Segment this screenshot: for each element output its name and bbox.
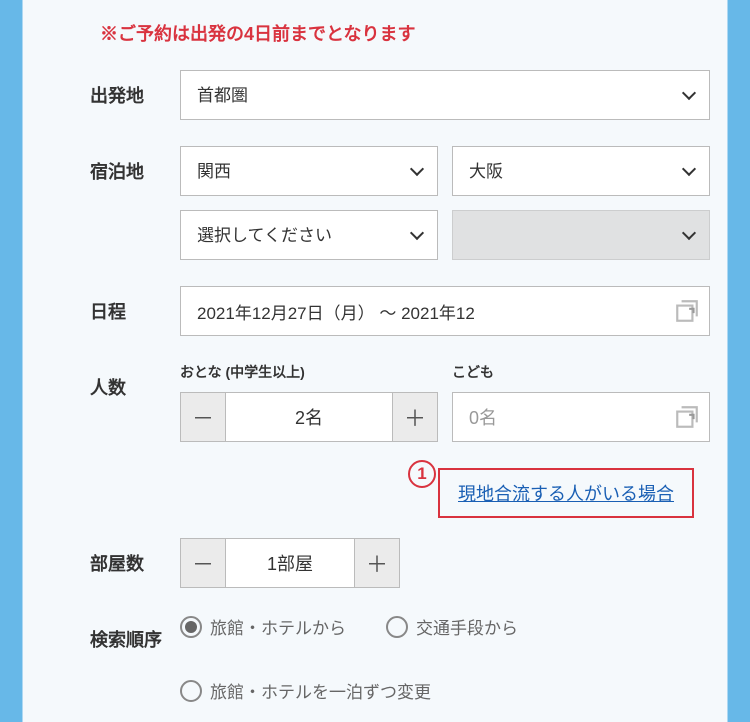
schedule-label: 日程 (90, 286, 180, 324)
search-order-row-2: 旅館・ホテルを一泊ずつ変更 (90, 678, 710, 703)
people-row: 人数 おとな (中学生以上) － 2名 ＋ こども 0名 (90, 362, 710, 442)
people-label: 人数 (90, 362, 180, 400)
adult-minus-button[interactable]: － (180, 392, 226, 442)
date-input[interactable]: 2021年12月27日（月） ～ 2021年12 (180, 286, 710, 336)
stay-sub-select[interactable]: 選択してください (180, 210, 438, 260)
radio-icon (180, 680, 202, 702)
child-sublabel: こども (452, 362, 710, 382)
stay-city-select[interactable]: 大阪 (452, 146, 710, 196)
radio-transport-first[interactable]: 交通手段から (386, 614, 518, 639)
rooms-label: 部屋数 (90, 538, 180, 576)
search-order-label: 検索順序 (90, 614, 180, 652)
radio-label: 旅館・ホテルから (210, 614, 346, 639)
child-input[interactable]: 0名 (452, 392, 710, 442)
schedule-row: 日程 2021年12月27日（月） ～ 2021年12 (90, 286, 710, 336)
rooms-plus-button[interactable]: ＋ (354, 538, 400, 588)
stay-region-select[interactable]: 関西 (180, 146, 438, 196)
radio-icon (180, 616, 202, 638)
radio-label: 交通手段から (416, 614, 518, 639)
adult-plus-button[interactable]: ＋ (392, 392, 438, 442)
link-highlight-box: 現地合流する人がいる場合 (438, 468, 694, 518)
local-join-link[interactable]: 現地合流する人がいる場合 (458, 484, 674, 504)
reservation-notice: ※ご予約は出発の4日前までとなります (100, 20, 710, 46)
rooms-stepper: － 1部屋 ＋ (180, 538, 400, 588)
radio-label: 旅館・ホテルを一泊ずつ変更 (210, 678, 431, 703)
annotation-container: 1 現地合流する人がいる場合 (90, 468, 710, 518)
departure-row: 出発地 首都圏 (90, 70, 710, 120)
departure-select[interactable]: 首都圏 (180, 70, 710, 120)
adult-sublabel: おとな (中学生以上) (180, 362, 438, 382)
stay-disabled-select (452, 210, 710, 260)
search-order-row: 検索順序 旅館・ホテルから 交通手段から (90, 614, 710, 652)
departure-label: 出発地 (90, 70, 180, 108)
radio-hotel-first[interactable]: 旅館・ホテルから (180, 614, 346, 639)
rooms-value: 1部屋 (226, 538, 354, 588)
rooms-row: 部屋数 － 1部屋 ＋ (90, 538, 710, 588)
adult-value: 2名 (226, 392, 392, 442)
radio-icon (386, 616, 408, 638)
annotation-number: 1 (408, 460, 436, 488)
radio-per-night[interactable]: 旅館・ホテルを一泊ずつ変更 (180, 678, 431, 703)
rooms-minus-button[interactable]: － (180, 538, 226, 588)
stay-label: 宿泊地 (90, 146, 180, 184)
adult-stepper: － 2名 ＋ (180, 392, 438, 442)
stay-row: 宿泊地 関西 大阪 選択してください (90, 146, 710, 260)
